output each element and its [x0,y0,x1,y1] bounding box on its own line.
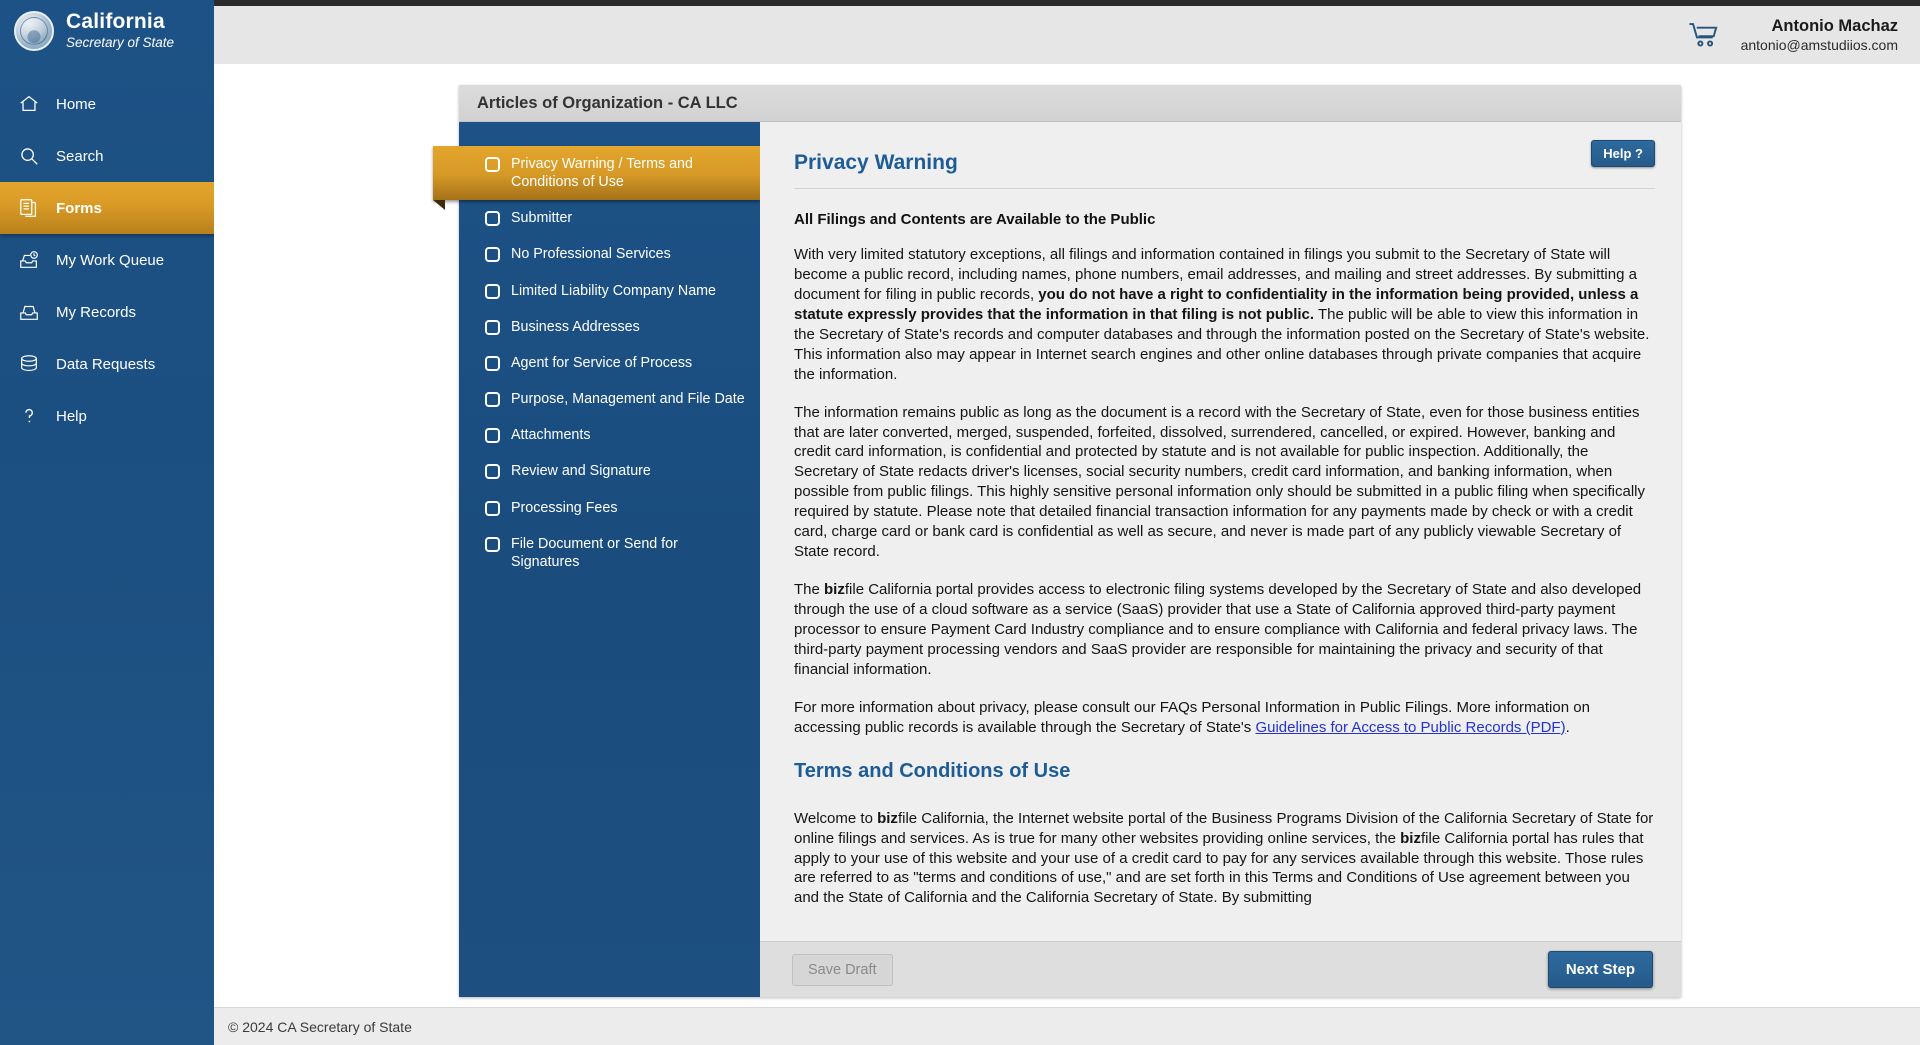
home-icon [20,95,38,112]
sidebar-item-label: My Records [56,303,137,321]
sidebar-item-label: Home [56,95,97,113]
help-button[interactable]: Help ? [1591,140,1655,167]
sidebar-item-label: Search [56,147,104,165]
public-records-guidelines-link[interactable]: Guidelines for Access to Public Records … [1255,719,1565,736]
step-business-addresses[interactable]: Business Addresses [459,309,760,345]
copyright-text: © 2024 CA Secretary of State [228,1018,412,1035]
checkbox-icon[interactable] [485,247,500,263]
paragraph-record-retention: The information remains public as long a… [794,403,1645,561]
sidebar-item-label: Data Requests [56,355,156,373]
bizfile-emphasis: biz [877,809,898,827]
step-purpose-management-and-file-date[interactable]: Purpose, Management and File Date [459,381,760,417]
step-no-professional-services[interactable]: No Professional Services [459,236,760,272]
page-body: Articles of Organization - CA LLC Privac… [214,64,1920,1019]
step-limited-liability-company-name[interactable]: Limited Liability Company Name [459,273,760,309]
shopping-cart-icon[interactable] [1687,20,1721,50]
paragraph-part: file California portal provides access t… [794,581,1642,678]
step-label: Submitter [511,210,573,227]
sidebar-item-help[interactable]: Help [0,390,214,442]
step-label: Review and Signature [511,463,651,480]
user-name: Antonio Machaz [1771,16,1899,35]
form-step-list: Privacy Warning / Terms and Conditions o… [433,122,760,997]
brand-logo[interactable]: California Secretary of State [0,0,214,64]
sidebar-item-label: My Work Queue [56,251,165,269]
step-attachments[interactable]: Attachments [459,417,760,453]
search-icon [21,148,38,165]
checkbox-icon[interactable] [485,464,500,480]
brand-title: California [66,10,165,34]
paragraph-terms-welcome: Welcome to bizfile California, the Inter… [794,809,1655,909]
checkbox-icon[interactable] [485,428,500,444]
paragraph-part: The [794,581,825,599]
sidebar-item-forms[interactable]: Forms [0,182,227,243]
paragraph-part: Welcome to [794,809,878,827]
checkbox-icon[interactable] [485,211,500,227]
checkbox-icon[interactable] [485,392,500,408]
paragraph-part: . [1565,718,1570,736]
question-mark-icon [25,408,33,423]
step-label: Business Addresses [511,318,640,335]
form-content-pane: Help ? Privacy Warning All Filings and C… [760,122,1681,997]
sidebar-item-label: Forms [56,199,102,217]
step-label: Attachments [511,427,591,444]
step-label: Agent for Service of Process [511,354,693,371]
step-label: Limited Liability Company Name [511,282,717,299]
california-state-seal-icon [14,11,54,51]
work-queue-icon [20,251,38,268]
forms-icon [20,199,37,217]
next-step-button[interactable]: Next Step [1547,951,1653,988]
step-submitter[interactable]: Submitter [459,200,760,236]
step-label: Privacy Warning / Terms and Conditions o… [511,156,693,191]
step-privacy-warning[interactable]: Privacy Warning / Terms and Conditions o… [433,146,760,211]
sidebar-nav: Home Search Forms My Work Queue My Recor… [0,78,227,442]
sidebar-item-data-requests[interactable]: Data Requests [0,338,214,390]
form-actions: Save Draft Next Step [760,941,1681,997]
brand-subtitle: Secretary of State [66,35,175,51]
sidebar-item-my-records[interactable]: My Records [0,286,214,338]
paragraph-more-information: For more information about privacy, plea… [794,698,1655,738]
checkbox-icon[interactable] [485,283,500,299]
divider [794,188,1655,189]
step-label: Purpose, Management and File Date [511,391,745,408]
checkbox-icon[interactable] [485,319,500,335]
page-title: Privacy Warning [794,151,958,174]
step-label: File Document or Send for Signatures [511,535,678,570]
sidebar: California Secretary of State Home Searc… [0,0,227,1045]
step-file-document-or-send-for-signatures[interactable]: File Document or Send for Signatures [459,526,760,580]
paragraph-public-record: With very limited statutory exceptions, … [794,245,1655,385]
sidebar-item-my-work-queue[interactable]: My Work Queue [0,234,214,286]
paragraph-bizfile-portal: The bizfile California portal provides a… [794,580,1655,680]
database-icon [21,355,37,372]
form-title: Articles of Organization - CA LLC [459,85,1681,122]
bizfile-emphasis: biz [1400,829,1421,847]
bizfile-emphasis: biz [824,581,845,599]
save-draft-button[interactable]: Save Draft [792,953,893,986]
step-agent-for-service-of-process[interactable]: Agent for Service of Process [459,345,760,381]
step-review-and-signature[interactable]: Review and Signature [459,453,760,489]
records-icon [20,305,38,320]
step-label: No Professional Services [511,246,671,263]
step-processing-fees[interactable]: Processing Fees [459,490,760,526]
checkbox-icon[interactable] [485,500,500,516]
step-label: Processing Fees [511,499,618,516]
sidebar-item-search[interactable]: Search [0,130,214,182]
sidebar-item-home[interactable]: Home [0,78,214,130]
user-email: antonio@amstudiios.com [1740,36,1898,53]
lead-text: All Filings and Contents are Available t… [794,211,1156,228]
user-info[interactable]: Antonio Machaz antonio@amstudiios.com [1741,16,1898,54]
terms-section-title: Terms and Conditions of Use [794,759,1071,782]
top-header: Antonio Machaz antonio@amstudiios.com [214,6,1920,64]
form-card: Articles of Organization - CA LLC Privac… [433,85,1681,997]
checkbox-icon[interactable] [485,157,500,172]
sidebar-item-label: Help [56,407,87,425]
page-footer: © 2024 CA Secretary of State [214,1007,1920,1045]
checkbox-icon[interactable] [485,355,500,371]
checkbox-icon[interactable] [485,536,500,552]
